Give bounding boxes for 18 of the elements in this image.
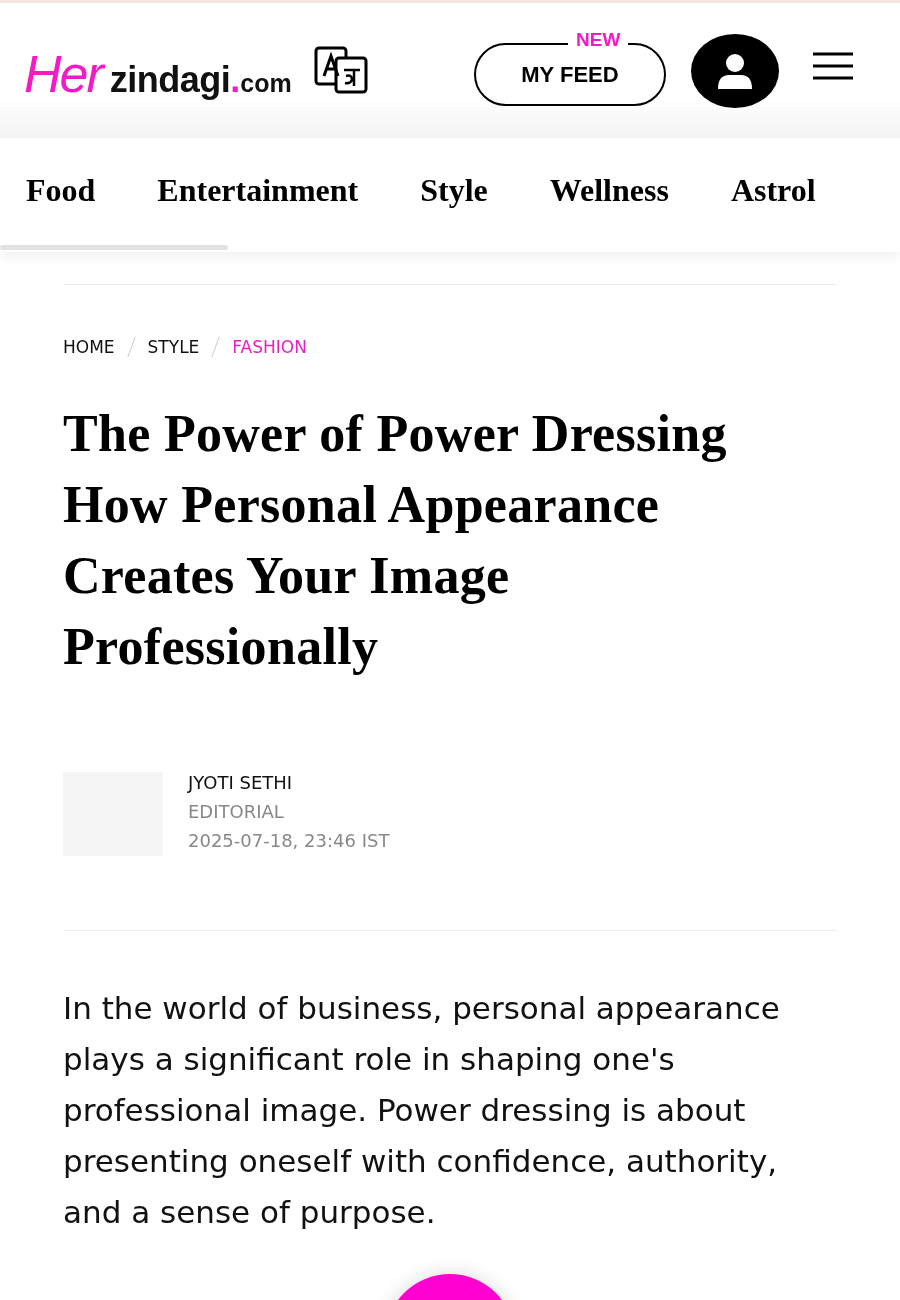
- breadcrumb-link[interactable]: HOME: [63, 337, 115, 357]
- author-role: EDITORIAL: [188, 801, 285, 822]
- site-logo[interactable]: Herzindagi.com: [24, 43, 292, 104]
- publish-date: 2025-07-18, 23:46 IST: [188, 830, 390, 851]
- nav-link[interactable]: Style: [420, 172, 488, 209]
- nav-link[interactable]: Astrol: [730, 172, 816, 209]
- nav-link[interactable]: Food: [26, 172, 96, 209]
- menu-button[interactable]: [812, 51, 854, 80]
- breadcrumb-link[interactable]: STYLE: [147, 337, 200, 357]
- article-title: The Power of Power Dressing How Personal Appearance Creates Your Image Professionally: [63, 404, 728, 677]
- menu-icon: [812, 51, 854, 80]
- breadcrumb-link[interactable]: FASHION: [232, 337, 307, 357]
- nav-link[interactable]: Wellness: [549, 172, 669, 209]
- author-name[interactable]: JYOTI SETHI: [188, 772, 390, 793]
- nav-link[interactable]: Entertainment: [157, 172, 359, 209]
- translate-button[interactable]: [313, 45, 370, 96]
- article-intro: In the world of business, personal appearance plays a significant role in shaping one's professional image. Power dressing is about presenting oneself with confidence, authority, and a sense of purpose.: [63, 989, 781, 1232]
- translate-icon: [313, 45, 370, 96]
